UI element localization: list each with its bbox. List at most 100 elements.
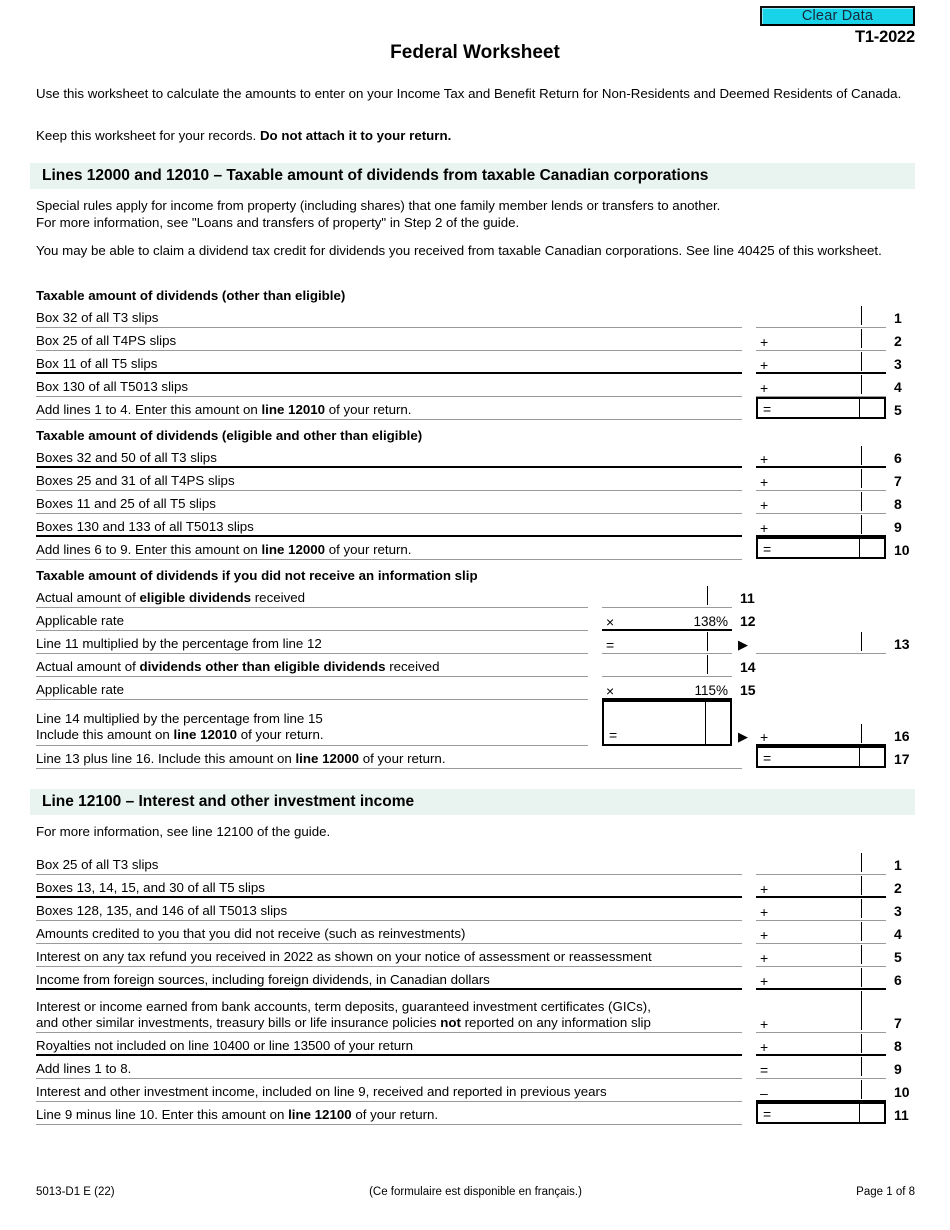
table-row: Line 14 multiplied by the percentage fro…	[36, 700, 915, 746]
amount-field[interactable]	[756, 631, 886, 654]
carry-arrow-icon: ▶	[738, 637, 748, 652]
line-number: 9	[894, 1061, 902, 1077]
amount-field[interactable]: +	[756, 491, 886, 514]
cents-divider	[861, 899, 862, 918]
row-label-emphasis: line 12010	[261, 401, 326, 417]
cents-divider	[861, 469, 862, 488]
cents-divider	[859, 539, 860, 557]
cents-divider	[707, 655, 708, 674]
row-operator: –	[760, 1085, 768, 1101]
cents-divider	[705, 702, 706, 744]
total-amount-field[interactable]: =	[756, 537, 886, 559]
table-row: Boxes 130 and 133 of all T5013 slips + 9	[36, 514, 915, 537]
cents-divider	[861, 515, 862, 534]
row-label: Line 9 minus line 10. Enter this amount …	[36, 1107, 438, 1123]
row-label-part: received	[251, 589, 306, 605]
french-availability-note: (Ce formulaire est disponible en françai…	[369, 1186, 582, 1198]
amount-field[interactable]: +	[756, 921, 886, 944]
dividends-paragraph-2: You may be able to claim a dividend tax …	[36, 243, 882, 258]
cents-divider	[707, 586, 708, 605]
carry-arrow-icon: ▶	[738, 729, 748, 744]
amount-field[interactable]: +	[756, 723, 886, 746]
amount-field[interactable]: +	[756, 514, 886, 537]
rate-value: 115%	[694, 683, 728, 698]
amount-field[interactable]: +	[756, 990, 886, 1033]
table-row-total: Line 13 plus line 16. Include this amoun…	[36, 746, 915, 769]
rate-field: × 115%	[602, 677, 732, 700]
clear-data-button[interactable]: Clear Data	[760, 6, 915, 26]
row-label: Applicable rate	[36, 681, 124, 697]
amount-field-inner[interactable]	[602, 585, 732, 608]
cents-divider	[861, 968, 862, 987]
amount-field[interactable]	[756, 305, 886, 328]
table-row: Actual amount of dividends other than el…	[36, 654, 915, 677]
table-row: Royalties not included on line 10400 or …	[36, 1033, 915, 1056]
row-operator: ×	[606, 614, 615, 630]
amount-field[interactable]: +	[756, 1033, 886, 1056]
row-operator: +	[760, 927, 769, 943]
total-amount-field[interactable]: =	[756, 746, 886, 768]
row-operator: =	[763, 750, 772, 766]
amount-field[interactable]: +	[756, 944, 886, 967]
line-number: 7	[894, 473, 902, 489]
amount-field[interactable]	[756, 852, 886, 875]
line-number: 3	[894, 356, 902, 372]
row-label: Add lines 1 to 8.	[36, 1060, 132, 1076]
amount-field-inner[interactable]: =	[602, 700, 732, 746]
intro-paragraph-2: Keep this worksheet for your records. Do…	[36, 128, 915, 145]
row-label: Boxes 13, 14, 15, and 30 of all T5 slips	[36, 879, 265, 895]
amount-field[interactable]: +	[756, 328, 886, 351]
dividends-paragraph-1-line-2: For more information, see "Loans and tra…	[36, 215, 520, 230]
intro-2-emphasis: Do not attach it to your return.	[259, 128, 452, 143]
row-label: Boxes 25 and 31 of all T4PS slips	[36, 472, 235, 488]
amount-field[interactable]: +	[756, 374, 886, 397]
row-operator: +	[760, 334, 769, 350]
row-label: Boxes 32 and 50 of all T3 slips	[36, 449, 217, 465]
cents-divider	[861, 446, 862, 465]
amount-field[interactable]: +	[756, 351, 886, 374]
row-operator: +	[760, 729, 769, 745]
row-label: Interest on any tax refund you received …	[36, 948, 652, 964]
row-operator: +	[760, 881, 769, 897]
amount-field[interactable]: +	[756, 445, 886, 468]
row-label-part: Include this amount on	[36, 726, 174, 742]
amount-field[interactable]: =	[756, 1056, 886, 1079]
page-title: Federal Worksheet	[390, 42, 560, 63]
total-amount-field[interactable]: =	[756, 397, 886, 419]
amount-field[interactable]: +	[756, 468, 886, 491]
table-row: Boxes 128, 135, and 146 of all T5013 sli…	[36, 898, 915, 921]
line-number: 8	[894, 1038, 902, 1054]
amount-field[interactable]: +	[756, 967, 886, 990]
line-number: 17	[894, 751, 910, 767]
table-row: Interest and other investment income, in…	[36, 1079, 915, 1102]
line-number: 14	[740, 659, 756, 675]
row-operator: +	[760, 1039, 769, 1055]
amount-field-inner[interactable]	[602, 654, 732, 677]
table-row-total: Line 9 minus line 10. Enter this amount …	[36, 1102, 915, 1125]
cents-divider	[861, 1080, 862, 1099]
row-operator: =	[606, 637, 615, 653]
line-number: 7	[894, 1015, 902, 1031]
row-label: Line 13 plus line 16. Include this amoun…	[36, 751, 446, 767]
amount-field[interactable]: +	[756, 875, 886, 898]
rate-field: × 138%	[602, 608, 732, 631]
line-number: 10	[894, 1084, 910, 1100]
row-label-part: and other similar investments, treasury …	[36, 1014, 441, 1030]
top-bar: Clear Data T1-2022 Federal Worksheet	[0, 0, 950, 63]
table-row: Interest or income earned from bank acco…	[36, 990, 915, 1033]
row-operator: =	[763, 1106, 772, 1122]
row-label-part: of your return.	[359, 750, 446, 766]
total-amount-field[interactable]: =	[756, 1102, 886, 1124]
line-number: 16	[894, 728, 910, 744]
row-label-part: Line 9 minus line 10. Enter this amount …	[36, 1106, 289, 1122]
line-number: 5	[894, 402, 902, 418]
amount-field[interactable]: +	[756, 898, 886, 921]
amount-field-inner[interactable]: =	[602, 631, 732, 654]
amount-field[interactable]: –	[756, 1079, 886, 1102]
table-row: Boxes 25 and 31 of all T4PS slips + 7	[36, 468, 915, 491]
cents-divider	[861, 375, 862, 394]
row-label: Add lines 6 to 9. Enter this amount on l…	[36, 542, 412, 558]
row-label: Interest or income earned from bank acco…	[36, 999, 742, 1030]
cents-divider	[861, 922, 862, 941]
row-operator: =	[763, 541, 772, 557]
